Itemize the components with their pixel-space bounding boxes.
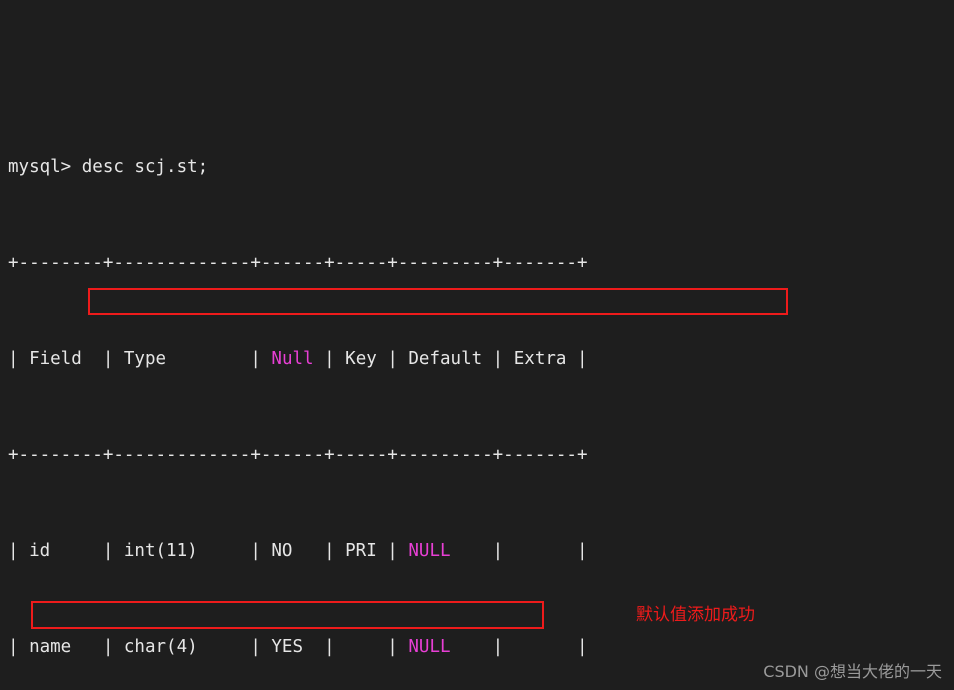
table1-row-id-default: NULL xyxy=(408,541,451,561)
command-line-desc-1: mysql> desc scj.st; xyxy=(8,157,209,177)
table1-top-rule: +--------+-------------+------+-----+---… xyxy=(8,253,588,273)
terminal-window[interactable]: mysql> desc scj.st; +--------+----------… xyxy=(0,0,954,690)
terminal-line-cut-off xyxy=(8,59,644,83)
table1-header-prefix: | Field | Type | xyxy=(8,349,272,369)
table1-header-null: Null xyxy=(271,349,314,369)
annotation-default-added: 默认值添加成功 xyxy=(636,605,755,625)
table1-row-name: | name | char(4) | YES | | NULL | | xyxy=(8,635,644,659)
table1-header-suffix: | Key | Default | Extra | xyxy=(313,349,588,369)
csdn-watermark: CSDN @想当大佬的一天 xyxy=(763,662,942,681)
table1-row-name-suffix: | | xyxy=(450,637,588,657)
terminal-screen: mysql> desc scj.st; +--------+----------… xyxy=(8,0,644,690)
table1-row-id-suffix: | | xyxy=(450,541,588,561)
table1-row-id: | id | int(11) | NO | PRI | NULL | | xyxy=(8,539,644,563)
table1-header-row: | Field | Type | Null | Key | Default | … xyxy=(8,347,644,371)
table1-row-id-prefix: | id | int(11) | NO | PRI | xyxy=(8,541,409,561)
table1-row-name-prefix: | name | char(4) | YES | | xyxy=(8,637,409,657)
table1-row-name-default: NULL xyxy=(408,637,451,657)
table1-header-rule: +--------+-------------+------+-----+---… xyxy=(8,445,588,465)
